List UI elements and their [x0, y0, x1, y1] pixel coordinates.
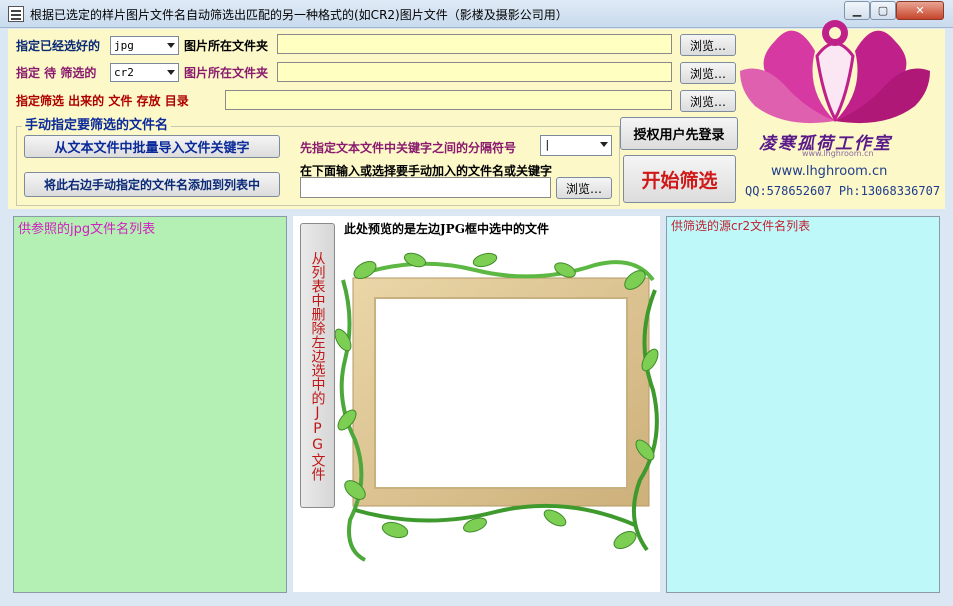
window-title: 根据已选定的样片图片文件名自动筛选出匹配的另一种格式的(如CR2)图片文件（影楼…	[30, 8, 568, 22]
start-filter-button[interactable]: 开始筛选	[623, 155, 736, 203]
cr2-file-list[interactable]: 供筛选的源cr2文件名列表	[666, 216, 940, 593]
leaf-frame-image	[335, 252, 659, 562]
jpg-file-list[interactable]: 供参照的jpg文件名列表	[13, 216, 287, 593]
selected-folder-field[interactable]	[277, 34, 672, 54]
output-folder-field[interactable]	[225, 90, 672, 110]
output-folder-label: 指定筛选 出来的 文件 存放 目录	[16, 94, 189, 108]
chevron-down-icon	[167, 43, 175, 48]
delete-from-list-button[interactable]: 从列表中删除左边选中的JPG文件	[300, 223, 335, 508]
login-button[interactable]: 授权用户先登录	[620, 117, 738, 150]
selected-folder-label: 图片所在文件夹	[184, 39, 269, 53]
selected-format-label: 指定已经选好的	[16, 39, 101, 53]
source-folder-label: 图片所在文件夹	[184, 66, 269, 80]
chevron-down-icon	[600, 142, 608, 147]
source-folder-browse-button[interactable]: 浏览…	[680, 62, 736, 84]
source-format-value: cr2	[114, 66, 134, 79]
app-icon	[8, 6, 24, 22]
brand-url-link[interactable]: www.lhghroom.cn	[771, 164, 887, 179]
add-to-list-button[interactable]: 将此右边手动指定的文件名添加到列表中	[24, 172, 280, 197]
chevron-down-icon	[167, 70, 175, 75]
keyword-input[interactable]	[300, 177, 551, 198]
separator-select[interactable]: |	[540, 135, 612, 156]
separator-value: |	[544, 138, 551, 151]
brand-sub: www.lhghroom.cn	[802, 149, 874, 158]
selected-format-select[interactable]: jpg	[110, 36, 179, 55]
manual-group-title: 手动指定要筛选的文件名	[22, 114, 172, 133]
source-format-select[interactable]: cr2	[110, 63, 179, 82]
selected-format-value: jpg	[114, 39, 134, 52]
output-folder-browse-button[interactable]: 浏览…	[680, 90, 736, 112]
cr2-list-header: 供筛选的源cr2文件名列表	[671, 219, 811, 233]
source-format-label: 指定 待 筛选的	[16, 66, 97, 80]
jpg-list-header: 供参照的jpg文件名列表	[18, 222, 156, 237]
delete-button-label: 从列表中删除左边选中的JPG文件	[309, 250, 326, 481]
brand-contact: QQ:578652607 Ph:13068336707	[745, 184, 941, 198]
keyword-browse-button[interactable]: 浏览…	[556, 177, 612, 199]
source-folder-field[interactable]	[277, 62, 672, 82]
separator-label: 先指定文本文件中关键字之间的分隔符号	[300, 141, 517, 155]
preview-caption: 此处预览的是左边JPG框中选中的文件	[344, 222, 549, 236]
import-keywords-button[interactable]: 从文本文件中批量导入文件关键字	[24, 135, 280, 158]
selected-folder-browse-button[interactable]: 浏览…	[680, 34, 736, 56]
